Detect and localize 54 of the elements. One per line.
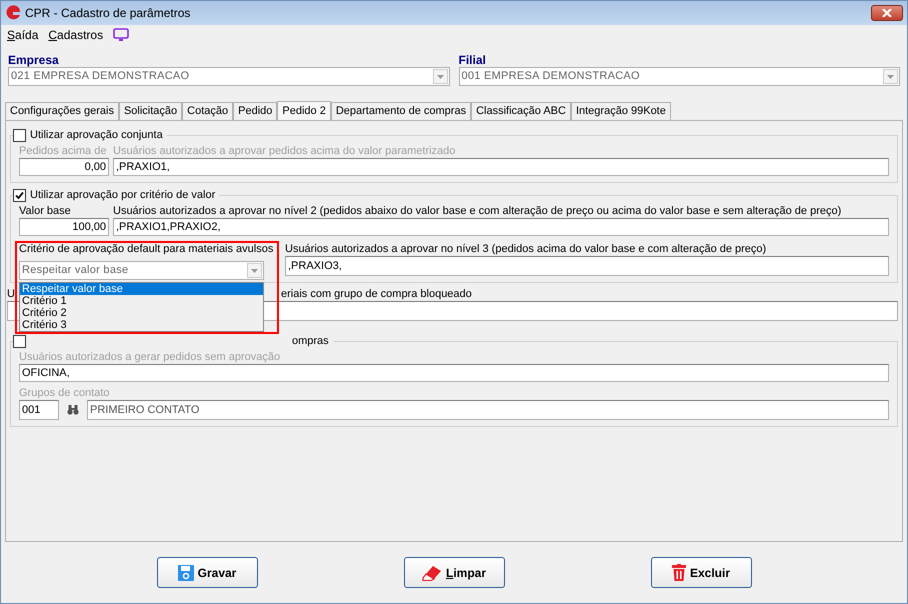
text-field[interactable]: 0,00 xyxy=(19,158,109,176)
checkbox-label: ompras xyxy=(292,334,329,349)
field-label: Usuários autorizados a aprovar no nível 2 (pedidos abaixo do valor base e com alteração de preço ou acima do valor base e sem alteração de preço) xyxy=(113,204,842,218)
tab[interactable]: Solicitação xyxy=(118,102,182,120)
checkbox-label: Utilizar aprovação conjunta xyxy=(30,128,163,143)
checkbox[interactable] xyxy=(13,128,26,142)
trash-icon xyxy=(672,564,686,581)
text-field[interactable]: ,PRAXIO1, xyxy=(113,158,889,176)
dropdown-option[interactable]: Critério 3 xyxy=(20,319,263,331)
field-label: Usuários autorizados a gerar pedidos sem aprovação xyxy=(19,350,282,364)
menu-item[interactable]: Saída xyxy=(7,26,38,44)
text-field[interactable]: OFICINA, xyxy=(19,364,889,382)
field-label: Filial xyxy=(458,53,487,67)
action-button[interactable]: Excluir xyxy=(650,557,752,588)
tab[interactable]: Departamento de compras xyxy=(330,102,472,120)
monitor-icon[interactable] xyxy=(113,28,130,42)
select-field[interactable]: 001 EMPRESA DEMONSTRACAO xyxy=(458,67,900,86)
tab[interactable]: Pedido xyxy=(233,102,278,120)
dropdown-option[interactable]: Respeitar valor base xyxy=(20,283,263,295)
field-label: Critério de aprovação default para materiais avulsos xyxy=(19,242,274,256)
menu-item[interactable]: Cadastros xyxy=(48,26,104,44)
tab[interactable]: Integração 99Kote xyxy=(570,102,671,120)
binoculars-icon[interactable] xyxy=(67,405,79,415)
tab[interactable]: Classificação ABC xyxy=(471,102,571,120)
dropdown-option[interactable]: Critério 2 xyxy=(20,307,263,319)
checkbox[interactable] xyxy=(13,188,26,202)
text-field[interactable]: 100,00 xyxy=(19,218,109,236)
field-label: Valor base xyxy=(19,204,72,218)
app-logo-icon xyxy=(5,5,21,21)
text-field[interactable]: ,PRAXIO3, xyxy=(285,256,889,276)
select-field[interactable]: 021 EMPRESA DEMONSTRACAO xyxy=(8,67,450,86)
field-label: Grupos de contato xyxy=(19,386,111,400)
checkbox[interactable] xyxy=(13,334,26,348)
criterion-select[interactable]: Respeitar valor base xyxy=(19,261,264,280)
close-icon xyxy=(882,9,892,17)
field-label: Usuários autorizados a aprovar pedidos acima do valor parametrizado xyxy=(113,144,456,158)
dropdown-option[interactable]: Critério 1 xyxy=(20,295,263,307)
text-field[interactable]: 001 xyxy=(19,400,59,420)
field-label: Usuários autorizados a aprovar no nível 3 (pedidos acima do valor base e com alteração de preço) xyxy=(285,242,768,256)
text-field[interactable]: ,PRAXIO1,PRAXIO2, xyxy=(113,218,889,236)
tab[interactable]: Cotação xyxy=(182,102,234,120)
field-label: Pedidos acima de xyxy=(19,144,108,158)
eraser-icon xyxy=(422,564,442,580)
action-button[interactable]: Gravar xyxy=(156,557,258,588)
text-field[interactable]: PRIMEIRO CONTATO xyxy=(87,400,889,420)
close-button[interactable] xyxy=(871,5,903,21)
checkbox-label: U xyxy=(7,287,16,301)
tab[interactable]: Configurações gerais xyxy=(5,102,119,120)
checkbox-label: eriais com grupo de compra bloqueado xyxy=(281,287,472,301)
field-label: Empresa xyxy=(8,53,60,67)
checkbox-label: Utilizar aprovação por critério de valor xyxy=(30,188,216,203)
window-title: CPR - Cadastro de parâmetros xyxy=(25,5,192,22)
tab[interactable]: Pedido 2 xyxy=(277,101,331,121)
action-button[interactable]: Limpar xyxy=(404,557,504,588)
